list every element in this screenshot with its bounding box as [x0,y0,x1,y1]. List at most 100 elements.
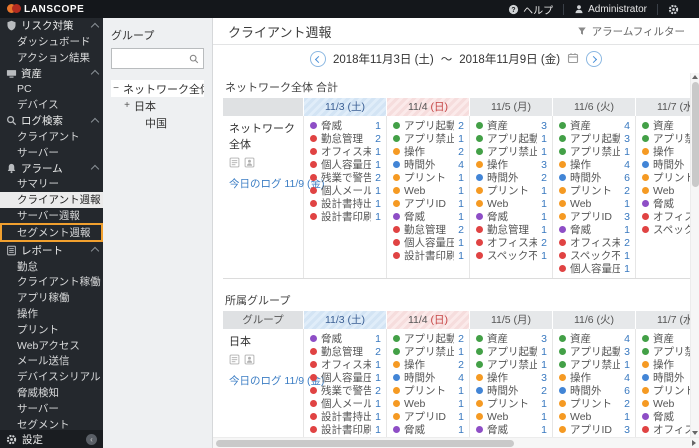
alarm-count-link[interactable]: 2 [458,333,464,345]
alarm-count-link[interactable]: 1 [458,398,464,410]
alarm-count-link[interactable]: 1 [458,385,464,397]
alarm-count-link[interactable]: 1 [458,185,464,197]
help-button[interactable]: ? ヘルプ [498,2,563,17]
scroll-right-arrow-icon[interactable] [692,440,696,446]
alarm-count-link[interactable]: 1 [375,398,381,410]
sidebar-item[interactable]: セグメント [0,416,103,430]
sidebar-item[interactable]: サーバー [0,400,103,416]
alarm-count-link[interactable]: 1 [624,250,630,262]
sidebar-settings-footer[interactable]: 設定 ‹ [0,430,103,448]
alarm-count-link[interactable]: 2 [541,237,547,249]
group-tree-item[interactable]: + 日本 [111,97,204,114]
alarm-count-link[interactable]: 2 [541,385,547,397]
alarm-count-link[interactable]: 2 [375,346,381,358]
sidebar-item[interactable]: 勤怠 [0,258,103,274]
alarm-count-link[interactable]: 1 [375,198,381,210]
sidebar-section-header[interactable]: アラーム [0,160,103,176]
alarm-count-link[interactable]: 3 [541,372,547,384]
alarm-count-link[interactable]: 3 [624,424,630,436]
sidebar-item[interactable]: デバイスシリアル [0,369,103,385]
sidebar-item[interactable]: セグメント週報 [0,223,103,243]
log-list-icon[interactable] [229,352,240,370]
alarm-count-link[interactable]: 3 [624,133,630,145]
alarm-count-link[interactable]: 1 [375,333,381,345]
alarm-count-link[interactable]: 1 [375,359,381,371]
sidebar-section-header[interactable]: リスク対策 [0,18,103,34]
sidebar-item[interactable]: PC [0,81,103,97]
sidebar-item[interactable]: デバイス [0,97,103,113]
group-tree-item[interactable]: − ネットワーク全体 [111,80,204,97]
alarm-count-link[interactable]: 1 [624,359,630,371]
sidebar-item[interactable]: サーバー [0,144,103,160]
alarm-count-link[interactable]: 1 [624,198,630,210]
alarm-count-link[interactable]: 4 [624,333,630,345]
alarm-count-link[interactable]: 6 [624,385,630,397]
alarm-count-link[interactable]: 1 [375,146,381,158]
alarm-count-link[interactable]: 1 [541,250,547,262]
sidebar-item[interactable]: ダッシュボード [0,34,103,50]
alarm-count-link[interactable]: 1 [375,185,381,197]
alarm-count-link[interactable]: 1 [458,172,464,184]
alarm-count-link[interactable]: 1 [624,224,630,236]
alarm-count-link[interactable]: 3 [541,120,547,132]
alarm-count-link[interactable]: 2 [375,133,381,145]
vertical-scrollbar[interactable] [690,73,699,437]
sidebar-item[interactable]: クライアント [0,129,103,145]
alarm-count-link[interactable]: 4 [458,372,464,384]
sidebar-section-header[interactable]: レポート [0,242,103,258]
sidebar-item[interactable]: プリント [0,321,103,337]
alarm-count-link[interactable]: 4 [624,120,630,132]
alarm-count-link[interactable]: 3 [541,333,547,345]
alarm-count-link[interactable]: 4 [624,159,630,171]
scroll-down-arrow-icon[interactable] [692,431,698,435]
alarm-count-link[interactable]: 2 [624,398,630,410]
alarm-count-link[interactable]: 2 [458,146,464,158]
alarm-count-link[interactable]: 1 [375,424,381,436]
alarm-count-link[interactable]: 1 [541,146,547,158]
sidebar-item[interactable]: サマリー [0,176,103,192]
alarm-count-link[interactable]: 1 [541,424,547,436]
today-log-link[interactable]: 今日のログ 11/9 (金) [229,176,324,191]
alarm-count-link[interactable]: 4 [458,159,464,171]
alarm-count-link[interactable]: 1 [458,211,464,223]
alarm-count-link[interactable]: 1 [541,211,547,223]
alarm-count-link[interactable]: 2 [375,172,381,184]
alarm-count-link[interactable]: 4 [624,372,630,384]
user-menu[interactable]: Administrator [564,4,657,15]
sidebar-section-header[interactable]: 資産 [0,65,103,81]
alarm-count-link[interactable]: 1 [375,120,381,132]
vertical-scrollbar-thumb[interactable] [691,82,699,187]
log-list-icon[interactable] [229,155,240,173]
alarm-count-link[interactable]: 1 [624,411,630,423]
alarm-count-link[interactable]: 6 [624,172,630,184]
horizontal-scrollbar[interactable] [213,437,699,448]
sidebar-item[interactable]: 脅威検知 [0,385,103,401]
alarm-count-link[interactable]: 2 [624,185,630,197]
alarm-count-link[interactable]: 1 [458,133,464,145]
next-week-button[interactable] [586,51,603,67]
sidebar-section-header[interactable]: ログ検索 [0,113,103,129]
sidebar-item[interactable]: メール送信 [0,353,103,369]
alarm-count-link[interactable]: 2 [541,172,547,184]
alarm-count-link[interactable]: 1 [624,263,630,275]
alarm-count-link[interactable]: 1 [541,133,547,145]
alarm-count-link[interactable]: 2 [624,237,630,249]
alarm-count-link[interactable]: 1 [458,411,464,423]
alarm-count-link[interactable]: 2 [458,359,464,371]
alarm-count-link[interactable]: 1 [458,198,464,210]
group-tree-item[interactable]: 中国 [111,114,204,131]
sidebar-item[interactable]: 操作 [0,306,103,322]
alarm-count-link[interactable]: 1 [375,159,381,171]
scroll-up-arrow-icon[interactable] [692,75,698,79]
sidebar-collapse-button[interactable]: ‹ [86,433,97,445]
alarm-count-link[interactable]: 1 [541,398,547,410]
alarm-count-link[interactable]: 2 [458,120,464,132]
device-user-icon[interactable] [244,352,255,370]
alarm-count-link[interactable]: 1 [458,424,464,436]
alarm-count-link[interactable]: 3 [624,346,630,358]
sidebar-item[interactable]: クライアント週報 [0,191,103,208]
sidebar-item[interactable]: アクション結果 [0,50,103,66]
alarm-count-link[interactable]: 1 [458,237,464,249]
alarm-count-link[interactable]: 1 [458,346,464,358]
alarm-count-link[interactable]: 1 [541,411,547,423]
